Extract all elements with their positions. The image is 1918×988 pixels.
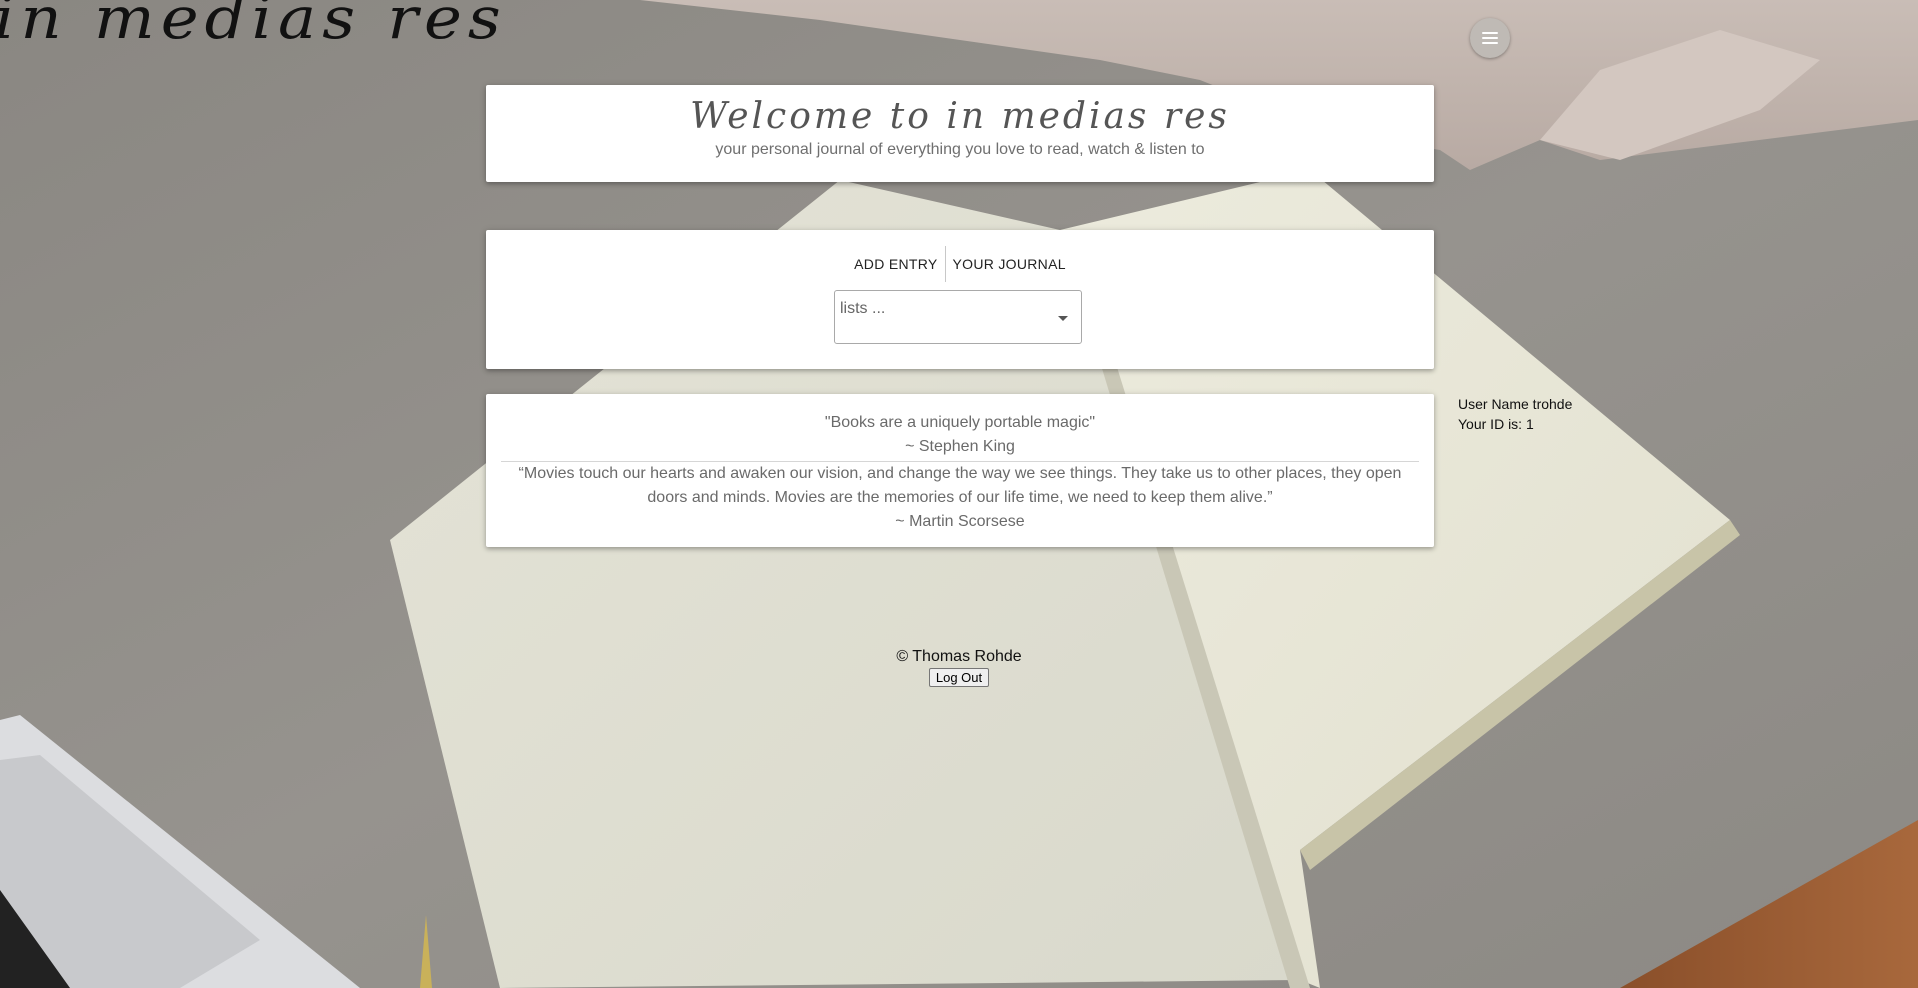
quote-stephen-king: "Books are a uniquely portable magic" ~ … <box>486 394 1434 459</box>
tab-your-journal[interactable]: YOUR JOURNAL <box>946 246 1073 282</box>
logout-button[interactable]: Log Out <box>928 668 990 687</box>
caret-down-icon <box>1058 316 1068 321</box>
quote-martin-scorsese: “Movies touch our hearts and awaken our … <box>486 462 1434 534</box>
page: in medias res Welcome to in medias res y… <box>0 0 1918 988</box>
lists-select-placeholder: lists ... <box>840 300 886 317</box>
menu-button[interactable] <box>1470 18 1510 58</box>
welcome-card: Welcome to in medias res your personal j… <box>486 85 1434 182</box>
tab-add-entry[interactable]: ADD ENTRY <box>847 246 944 282</box>
footer: © Thomas Rohde Log Out <box>0 646 1918 687</box>
welcome-subtitle: your personal journal of everything you … <box>715 141 1205 158</box>
user-info: User Name trohde Your ID is: 1 <box>1458 394 1572 434</box>
lists-select[interactable]: lists ... <box>834 290 1082 344</box>
nav-tabs: ADD ENTRY YOUR JOURNAL <box>486 246 1434 282</box>
quote-author: ~ Stephen King <box>905 438 1015 455</box>
quote-author: ~ Martin Scorsese <box>895 513 1025 530</box>
quote-text: “Movies touch our hearts and awaken our … <box>518 465 1402 506</box>
app-logo[interactable]: in medias res <box>0 0 507 53</box>
quotes-card: "Books are a uniquely portable magic" ~ … <box>486 394 1434 547</box>
copyright-text: © Thomas Rohde <box>896 648 1022 665</box>
welcome-title: Welcome to in medias res <box>690 96 1230 137</box>
hamburger-menu-icon <box>1482 29 1498 47</box>
quote-text: "Books are a uniquely portable magic" <box>824 414 1096 431</box>
user-id-label: Your ID is: 1 <box>1458 416 1534 432</box>
navigation-card: ADD ENTRY YOUR JOURNAL lists ... <box>486 230 1434 369</box>
user-name-label: User Name trohde <box>1458 396 1573 412</box>
